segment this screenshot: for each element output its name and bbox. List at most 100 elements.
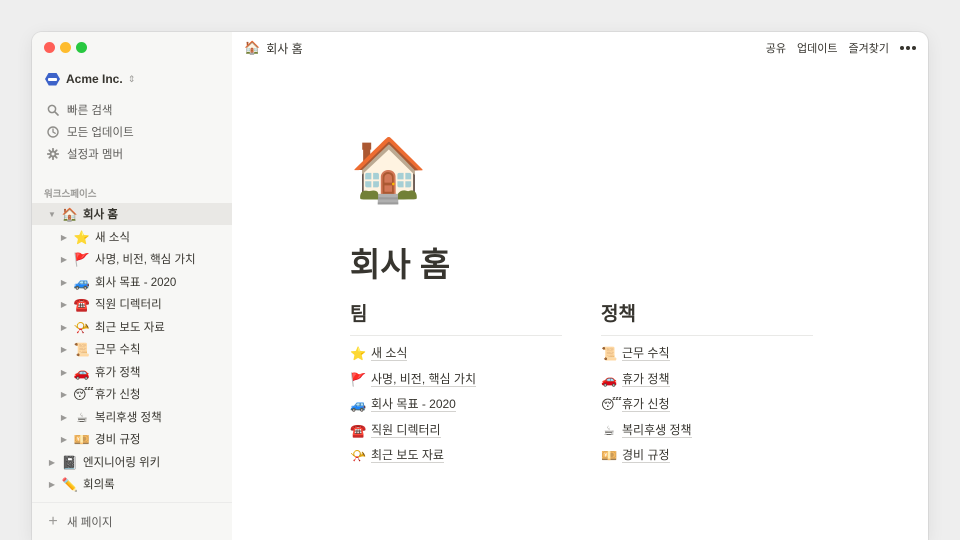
sidebar-page-label: 휴가 신청 xyxy=(95,389,141,401)
sidebar-page-label: 직원 디렉터리 xyxy=(95,299,162,311)
window-controls xyxy=(44,42,87,53)
sidebar-item-label: 설정과 멤버 xyxy=(67,149,124,161)
page-house-icon[interactable]: 🏠 xyxy=(350,140,427,202)
sidebar-page-goals[interactable]: ▶ 🚙 회사 목표 - 2020 xyxy=(32,271,232,293)
caret-right-icon[interactable]: ▶ xyxy=(59,233,69,242)
sidebar-item-quick-search[interactable]: 빠른 검색 xyxy=(32,99,232,121)
page-link-benefits[interactable]: ☕ 복리후생 정책 xyxy=(601,418,813,444)
sidebar-page-news[interactable]: ▶ ⭐ 새 소식 xyxy=(32,226,232,248)
sidebar-page-directory[interactable]: ▶ ☎️ 직원 디렉터리 xyxy=(32,293,232,315)
page-link-office-rules[interactable]: 📜 근무 수칙 xyxy=(601,341,813,367)
page-link-label: 휴가 신청 xyxy=(622,397,670,413)
page-link-label: 회사 목표 - 2020 xyxy=(371,397,456,413)
breadcrumb-label: 회사 홈 xyxy=(266,41,303,56)
sidebar-page-label: 휴가 정책 xyxy=(95,367,141,379)
caret-right-icon[interactable]: ▶ xyxy=(59,368,69,377)
page-link-directory[interactable]: ☎️ 직원 디렉터리 xyxy=(350,418,562,444)
telephone-icon: ☎️ xyxy=(350,422,367,438)
pencil-icon: ✏️ xyxy=(61,476,79,492)
workspace-section-label: 워크스페이스 xyxy=(44,189,97,200)
sidebar-page-benefits[interactable]: ▶ ☕ 복리후생 정책 xyxy=(32,406,232,428)
sidebar-page-vacation-request[interactable]: ▶ 😴 휴가 신청 xyxy=(32,383,232,405)
caret-right-icon[interactable]: ▶ xyxy=(47,458,57,467)
page-link-expenses[interactable]: 💴 경비 규정 xyxy=(601,443,813,469)
page-link-goals[interactable]: 🚙 회사 목표 - 2020 xyxy=(350,392,562,418)
sidebar-page-engineering-wiki[interactable]: ▶ 📓 엔지니어링 위키 xyxy=(32,451,232,473)
caret-right-icon[interactable]: ▶ xyxy=(59,390,69,399)
sidebar-page-press[interactable]: ▶ 📯 최근 보도 자료 xyxy=(32,316,232,338)
workspace-switcher[interactable]: Acme Inc. ⇕ xyxy=(45,70,135,88)
more-options-icon[interactable] xyxy=(900,46,916,50)
sidebar-page-label: 사명, 비전, 핵심 가치 xyxy=(95,254,196,266)
sidebar-page-label: 최근 보도 자료 xyxy=(95,322,165,334)
page-link-news[interactable]: ⭐ 새 소식 xyxy=(350,341,562,367)
team-link-list: ⭐ 새 소식 🚩 사명, 비전, 핵심 가치 🚙 회사 목표 - 2020 ☎️… xyxy=(350,336,562,469)
sidebar-page-mission[interactable]: ▶ 🚩 사명, 비전, 핵심 가치 xyxy=(32,248,232,270)
page-title[interactable]: 회사 홈 xyxy=(350,238,450,286)
caret-right-icon[interactable]: ▶ xyxy=(59,413,69,422)
caret-right-icon[interactable]: ▶ xyxy=(47,480,57,489)
page-link-label: 새 소식 xyxy=(371,346,408,362)
topbar-actions: 공유 업데이트 즐겨찾기 xyxy=(766,40,916,56)
sidebar-page-label: 경비 규정 xyxy=(95,434,141,446)
page-link-label: 경비 규정 xyxy=(622,448,670,464)
caret-right-icon[interactable]: ▶ xyxy=(59,278,69,287)
page-link-label: 사명, 비전, 핵심 가치 xyxy=(371,371,476,387)
suv-icon: 🚙 xyxy=(73,274,91,290)
search-icon xyxy=(46,103,60,117)
flag-icon: 🚩 xyxy=(73,251,91,267)
workspace-name: Acme Inc. xyxy=(66,72,123,86)
sidebar-item-all-updates[interactable]: 모든 업데이트 xyxy=(32,121,232,143)
horn-icon: 📯 xyxy=(73,319,91,335)
banknote-icon: 💴 xyxy=(73,431,91,447)
sidebar-page-label: 근무 수칙 xyxy=(95,344,141,356)
page-link-label: 복리후생 정책 xyxy=(622,422,692,438)
favorite-button[interactable]: 즐겨찾기 xyxy=(849,40,889,56)
house-icon: 🏠 xyxy=(61,206,79,222)
car-icon: 🚗 xyxy=(601,371,618,387)
car-icon: 🚗 xyxy=(73,364,91,380)
gear-icon xyxy=(46,147,60,161)
sidebar-item-label: 모든 업데이트 xyxy=(67,127,134,139)
share-button[interactable]: 공유 xyxy=(766,40,786,56)
caret-down-icon[interactable]: ▼ xyxy=(47,210,57,219)
caret-right-icon[interactable]: ▶ xyxy=(59,345,69,354)
zoom-window-button[interactable] xyxy=(76,42,87,53)
scroll-icon: 📜 xyxy=(601,346,618,362)
sidebar-item-label: 빠른 검색 xyxy=(67,105,113,117)
caret-right-icon[interactable]: ▶ xyxy=(59,300,69,309)
page-link-label: 최근 보도 자료 xyxy=(371,448,444,464)
caret-right-icon[interactable]: ▶ xyxy=(59,323,69,332)
sidebar-page-label: 회사 홈 xyxy=(83,209,118,221)
notebook-icon: 📓 xyxy=(61,454,79,470)
minimize-window-button[interactable] xyxy=(60,42,71,53)
caret-right-icon[interactable]: ▶ xyxy=(59,255,69,264)
page-link-vacation-request[interactable]: 😴 휴가 신청 xyxy=(601,392,813,418)
chevron-updown-icon: ⇕ xyxy=(127,73,136,84)
sidebar-page-company-home[interactable]: ▼ 🏠 회사 홈 xyxy=(32,203,232,225)
page-link-press[interactable]: 📯 최근 보도 자료 xyxy=(350,443,562,469)
new-page-button[interactable]: + 새 페이지 xyxy=(32,502,232,540)
breadcrumb[interactable]: 🏠 회사 홈 xyxy=(244,40,303,57)
new-page-label: 새 페이지 xyxy=(67,516,113,529)
sidebar-page-label: 회의록 xyxy=(83,479,115,491)
sidebar-item-settings[interactable]: 설정과 멤버 xyxy=(32,143,232,165)
sidebar-page-office-rules[interactable]: ▶ 📜 근무 수칙 xyxy=(32,338,232,360)
sidebar-page-label: 복리후생 정책 xyxy=(95,412,162,424)
house-icon: 🏠 xyxy=(244,40,261,55)
policy-column: 정책 📜 근무 수칙 🚗 휴가 정책 😴 휴가 신청 ☕ 복리후생 정책 💴 경… xyxy=(601,300,813,469)
sleeping-face-icon: 😴 xyxy=(601,397,622,413)
team-heading: 팀 xyxy=(350,300,562,336)
sidebar-page-vacation-policy[interactable]: ▶ 🚗 휴가 정책 xyxy=(32,361,232,383)
page-link-mission[interactable]: 🚩 사명, 비전, 핵심 가치 xyxy=(350,367,562,393)
caret-right-icon[interactable]: ▶ xyxy=(59,435,69,444)
sidebar-page-meeting-notes[interactable]: ▶ ✏️ 회의록 xyxy=(32,473,232,495)
page-link-vacation-policy[interactable]: 🚗 휴가 정책 xyxy=(601,367,813,393)
flag-icon: 🚩 xyxy=(350,371,367,387)
close-window-button[interactable] xyxy=(44,42,55,53)
coffee-icon: ☕ xyxy=(76,409,88,425)
sidebar-page-expenses[interactable]: ▶ 💴 경비 규정 xyxy=(32,428,232,450)
updates-button[interactable]: 업데이트 xyxy=(797,40,837,56)
sidebar-page-label: 새 소식 xyxy=(95,232,130,244)
scroll-icon: 📜 xyxy=(73,341,91,357)
